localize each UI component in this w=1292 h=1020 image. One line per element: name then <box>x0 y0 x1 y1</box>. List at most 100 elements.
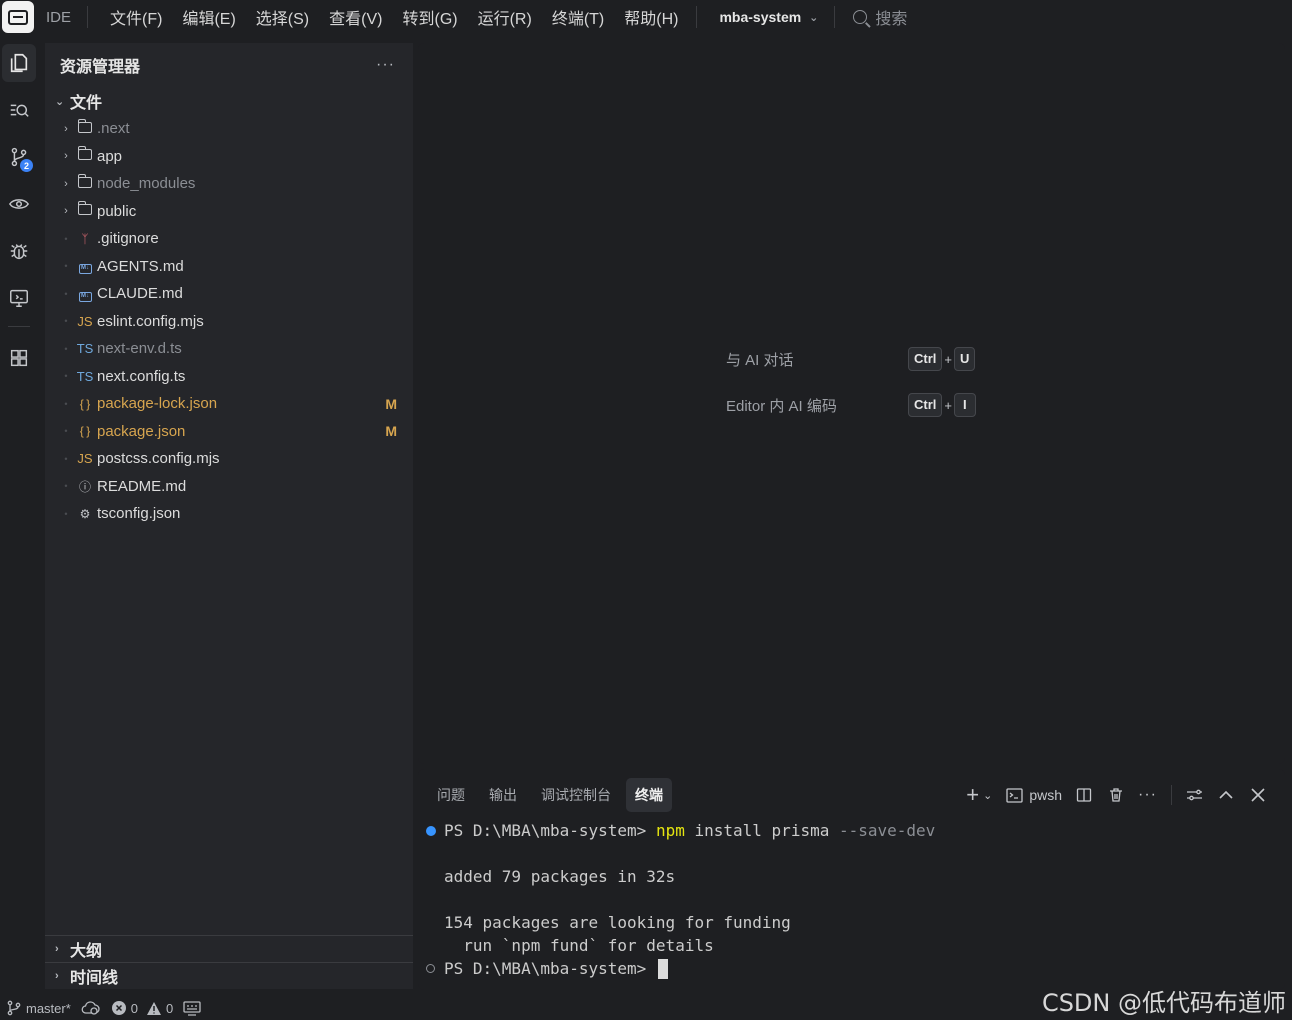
branch-status[interactable]: master* <box>6 1000 71 1016</box>
chevron-down-icon[interactable]: ⌄ <box>983 783 992 807</box>
file-name: eslint.config.mjs <box>97 312 204 330</box>
files-section-header[interactable]: ⌄ 文件 <box>45 87 413 115</box>
tree-indent: • <box>64 508 68 519</box>
editor-area[interactable]: 与 AI 对话 Ctrl + U Editor 内 AI 编码 Ctrl + I <box>418 43 1285 764</box>
bottom-sections: › 大纲 › 时间线 <box>45 935 413 989</box>
hint-inline-ai: Editor 内 AI 编码 Ctrl + I <box>726 382 976 428</box>
panel-actions: + ⌄ pwsh ··· <box>954 782 1265 807</box>
trash-icon[interactable] <box>1108 783 1124 807</box>
settings-sliders-icon[interactable] <box>1186 783 1203 807</box>
split-terminal-icon[interactable] <box>1076 783 1092 807</box>
extensions-icon[interactable] <box>2 339 36 377</box>
tab-debug-console[interactable]: 调试控制台 <box>532 778 620 812</box>
folder-icon <box>75 118 95 136</box>
shell-name: pwsh <box>1029 787 1063 803</box>
divider <box>8 326 30 327</box>
menu-view[interactable]: 查看(V) <box>319 5 392 29</box>
hint-label: 与 AI 对话 <box>726 351 794 369</box>
terminal-command: npm <box>655 821 685 840</box>
terminal-args: install prisma <box>694 821 830 840</box>
tab-problems[interactable]: 问题 <box>428 778 474 812</box>
tree-folder[interactable]: › app <box>45 143 413 171</box>
tree-folder[interactable]: › node_modules <box>45 170 413 198</box>
outline-section-header[interactable]: › 大纲 <box>45 935 413 962</box>
menu-help[interactable]: 帮助(H) <box>614 5 688 29</box>
terminal-line: PS D:\MBA\mba-system> npm install prisma… <box>426 819 935 842</box>
tab-output[interactable]: 输出 <box>480 778 526 812</box>
tree-file[interactable]: • { } package.json M <box>45 418 413 446</box>
menu-run[interactable]: 运行(R) <box>468 5 542 29</box>
search-box[interactable]: 搜索 <box>853 5 907 29</box>
tree-file[interactable]: • ᛉ .gitignore <box>45 225 413 253</box>
new-terminal-icon[interactable]: + <box>966 782 979 807</box>
tree-file[interactable]: • JS eslint.config.mjs <box>45 308 413 336</box>
terminal-output[interactable]: PS D:\MBA\mba-system> npm install prisma… <box>426 819 935 980</box>
chevron-up-icon[interactable] <box>1219 783 1233 807</box>
file-tree: › .next › app › node_modules › public • ᛉ .gitigno… <box>45 115 413 528</box>
source-control-icon[interactable]: 2 <box>2 138 36 176</box>
chevron-right-icon: › <box>64 205 68 218</box>
menu-edit[interactable]: 编辑(E) <box>172 5 245 29</box>
project-switcher[interactable]: mba-system ⌄ <box>709 9 828 25</box>
tab-terminal[interactable]: 终端 <box>626 778 672 812</box>
search-icon[interactable] <box>2 91 36 129</box>
close-icon[interactable] <box>1251 783 1265 807</box>
tree-file[interactable]: • ⓘ README.md <box>45 473 413 501</box>
remote-icon[interactable] <box>2 279 36 317</box>
tree-file[interactable]: • TS next-env.d.ts <box>45 335 413 363</box>
tree-file[interactable]: • { } package-lock.json M <box>45 390 413 418</box>
menu-bar: 文件(F) 编辑(E) 选择(S) 查看(V) 转到(G) 运行(R) 终端(T… <box>100 5 688 29</box>
project-name: mba-system <box>719 9 802 25</box>
folder-icon <box>75 146 95 163</box>
terminal-output-text: added 79 packages in 32s <box>444 867 676 886</box>
menu-file[interactable]: 文件(F) <box>100 5 172 29</box>
tree-indent: • <box>64 233 68 244</box>
sync-icon[interactable] <box>81 1000 101 1016</box>
scm-badge: 2 <box>20 159 33 172</box>
file-name: AGENTS.md <box>97 257 184 275</box>
more-icon[interactable]: ··· <box>376 56 395 74</box>
terminal-icon <box>1006 787 1023 803</box>
tree-file[interactable]: • ⚙ tsconfig.json <box>45 500 413 528</box>
git-status-badge: M <box>385 395 397 412</box>
timeline-section-header[interactable]: › 时间线 <box>45 962 413 989</box>
command-status-icon <box>426 964 435 973</box>
ports-icon[interactable] <box>183 1000 201 1016</box>
menu-selection[interactable]: 选择(S) <box>246 5 319 29</box>
preview-icon[interactable] <box>2 185 36 223</box>
typescript-icon: TS <box>76 341 94 357</box>
javascript-icon: JS <box>77 451 93 467</box>
ai-hints: 与 AI 对话 Ctrl + U Editor 内 AI 编码 Ctrl + I <box>726 336 976 428</box>
file-name: postcss.config.mjs <box>97 450 220 468</box>
json-icon: { } <box>79 424 91 439</box>
hint-label: Editor 内 AI 编码 <box>726 397 837 415</box>
command-status-icon <box>426 825 436 836</box>
tree-folder[interactable]: › public <box>45 198 413 226</box>
chevron-right-icon: › <box>64 122 68 135</box>
menu-go[interactable]: 转到(G) <box>392 5 467 29</box>
file-name: .gitignore <box>97 230 159 248</box>
tree-indent: • <box>64 261 68 272</box>
debug-icon[interactable] <box>2 232 36 270</box>
file-name: node_modules <box>97 175 196 193</box>
tree-file[interactable]: • M↓ AGENTS.md <box>45 253 413 281</box>
tree-file[interactable]: • JS postcss.config.mjs <box>45 445 413 473</box>
error-icon <box>111 1001 126 1015</box>
tree-folder[interactable]: › .next <box>45 115 413 143</box>
problems-status[interactable]: 0 0 <box>111 1000 173 1016</box>
menu-terminal[interactable]: 终端(T) <box>542 5 614 29</box>
divider <box>87 6 89 28</box>
terminal-profile[interactable]: pwsh <box>1006 783 1062 807</box>
app-logo-icon <box>2 1 34 33</box>
markdown-icon: M↓ <box>75 258 95 275</box>
explorer-icon[interactable] <box>2 44 36 82</box>
explorer-sidebar: 资源管理器 ··· ⌄ 文件 › .next › app › node_modules › p… <box>45 43 413 989</box>
tree-file[interactable]: • TS next.config.ts <box>45 363 413 391</box>
tree-file[interactable]: • M↓ CLAUDE.md <box>45 280 413 308</box>
folder-icon <box>75 173 95 191</box>
search-placeholder: 搜索 <box>875 11 908 28</box>
more-icon[interactable]: ··· <box>1138 783 1157 807</box>
markdown-icon: M↓ <box>75 286 95 302</box>
